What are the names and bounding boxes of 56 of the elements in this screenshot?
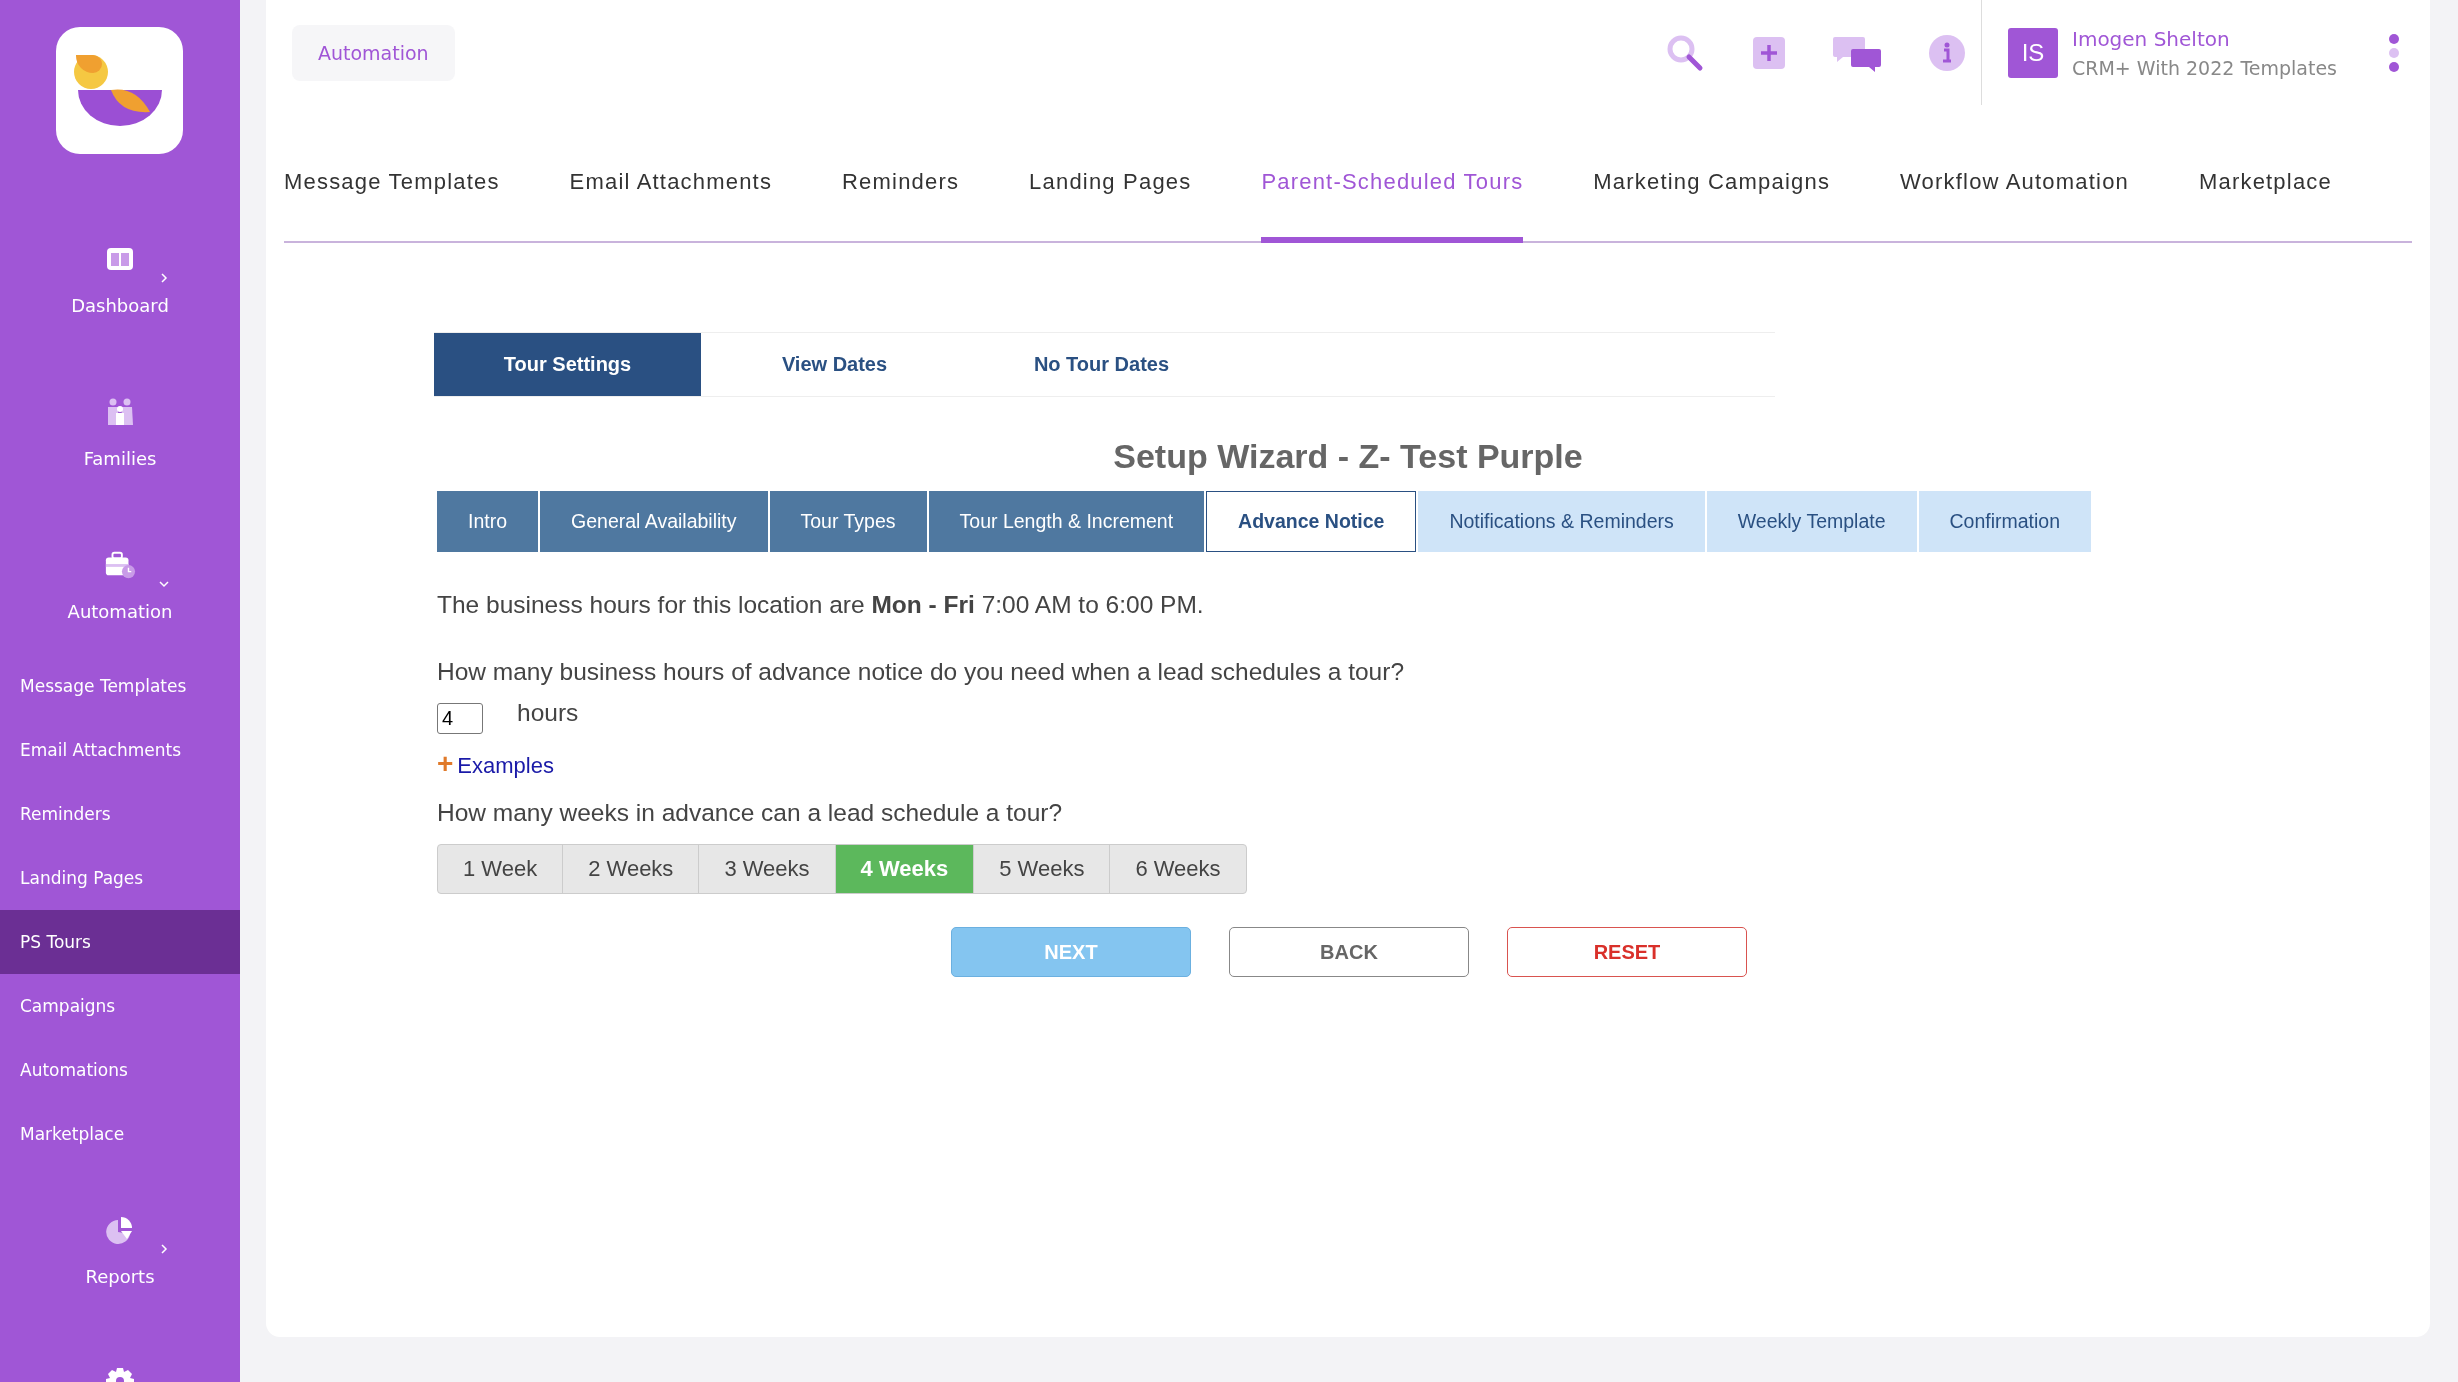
week-option[interactable]: 1 Week: [438, 845, 564, 893]
hours-unit: hours: [517, 698, 579, 727]
chevron-icon[interactable]: [158, 1243, 170, 1255]
sidebar-subitem[interactable]: Marketplace: [0, 1102, 240, 1166]
sidebar-subitem[interactable]: Automations: [0, 1038, 240, 1102]
briefcase-clock-icon[interactable]: [104, 550, 136, 580]
wizard-step[interactable]: Advance Notice: [1206, 491, 1417, 552]
sidebar-subitem[interactable]: PS Tours: [0, 910, 240, 974]
week-option[interactable]: 3 Weeks: [699, 845, 836, 893]
nav-tab[interactable]: Workflow Automation: [1900, 105, 2130, 243]
wizard-step[interactable]: Weekly Template: [1706, 491, 1917, 552]
wizard-step[interactable]: Notifications & Reminders: [1418, 491, 1705, 552]
notice-question: How many business hours of advance notice do you need when a lead schedules a tour?: [437, 657, 1405, 687]
app-logo[interactable]: [56, 27, 183, 154]
reset-button[interactable]: RESET: [1507, 927, 1747, 977]
user-name: Imogen Shelton: [2072, 26, 2231, 51]
examples-link[interactable]: +Examples: [437, 748, 554, 780]
nav-tab[interactable]: Parent-Scheduled Tours: [1261, 105, 1524, 243]
wizard-step[interactable]: General Availability: [540, 491, 768, 552]
menu-icon[interactable]: [2388, 32, 2400, 73]
sidebar-subitem[interactable]: Reminders: [0, 782, 240, 846]
chevron-icon[interactable]: [158, 578, 170, 590]
week-option[interactable]: 2 Weeks: [563, 845, 700, 893]
back-button[interactable]: BACK: [1229, 927, 1469, 977]
nav-tab[interactable]: Reminders: [842, 105, 960, 243]
sidebar-subitem[interactable]: Message Templates: [0, 654, 240, 718]
nav-tab[interactable]: Email Attachments: [569, 105, 773, 243]
nav-tab[interactable]: Marketing Campaigns: [1593, 105, 1831, 243]
business-hours-text: The business hours for this location are Mon - Fri 7:00 AM to 6:00 PM.: [437, 590, 1205, 620]
user-avatar[interactable]: IS: [2008, 27, 2058, 78]
info-icon[interactable]: [1927, 32, 1967, 73]
wizard-step[interactable]: Tour Length & Increment: [928, 491, 1205, 552]
subtab[interactable]: View Dates: [701, 333, 968, 396]
sidebar-subitem[interactable]: Email Attachments: [0, 718, 240, 782]
sidebar-item[interactable]: Automation: [67, 600, 173, 624]
hours-input[interactable]: 4: [437, 703, 483, 734]
sidebar-subitem[interactable]: Campaigns: [0, 974, 240, 1038]
chevron-icon[interactable]: [158, 272, 170, 284]
week-option[interactable]: 6 Weeks: [1110, 845, 1246, 893]
subtab[interactable]: No Tour Dates: [968, 333, 1235, 396]
breadcrumb[interactable]: Automation: [292, 24, 455, 81]
sidebar-item[interactable]: Reports: [85, 1265, 155, 1289]
sidebar-item[interactable]: Families: [83, 447, 157, 471]
wizard-step[interactable]: Tour Types: [769, 491, 927, 552]
nav-tab[interactable]: Marketplace: [2198, 105, 2332, 243]
nav-tab[interactable]: Landing Pages: [1029, 105, 1192, 243]
sidebar-item[interactable]: Dashboard: [71, 294, 169, 318]
wizard-title: Setup Wizard - Z- Test Purple: [1112, 436, 1584, 477]
nav-tab[interactable]: Message Templates: [284, 105, 500, 243]
wizard-step[interactable]: Intro: [437, 491, 539, 552]
wizard-step[interactable]: Confirmation: [1918, 491, 2092, 552]
user-subtitle: CRM+ With 2022 Templates: [2072, 56, 2337, 79]
weeks-question: How many weeks in advance can a lead schedule a tour?: [437, 798, 1064, 828]
sidebar-subitem[interactable]: Landing Pages: [0, 846, 240, 910]
subtab[interactable]: Tour Settings: [434, 333, 701, 396]
week-option[interactable]: 5 Weeks: [974, 845, 1111, 893]
